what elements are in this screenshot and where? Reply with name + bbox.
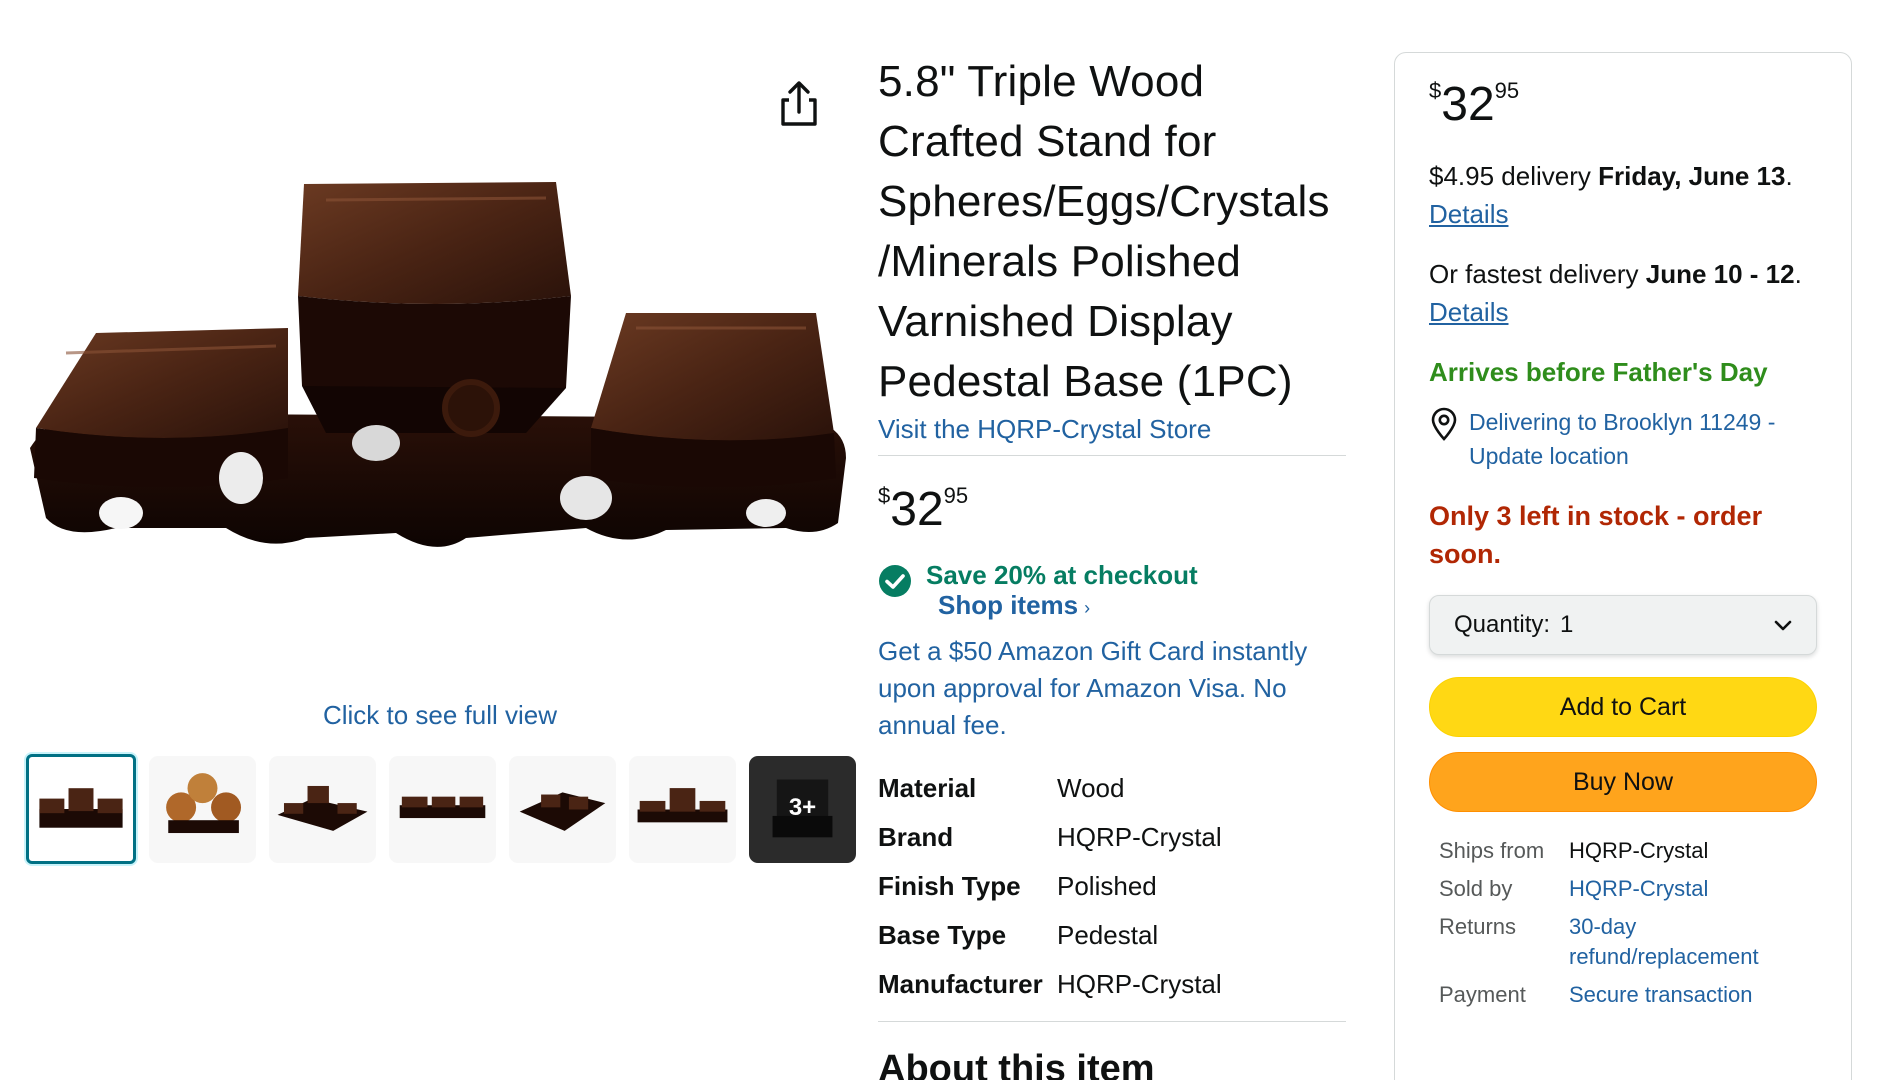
product-specs: Material Wood Brand HQRP-Crystal Finish Type… <box>878 764 1222 1009</box>
price-symbol: $ <box>1429 78 1442 103</box>
spec-value: Polished <box>1057 871 1157 901</box>
image-gallery: Click to see full view 3+ <box>0 0 860 1080</box>
seller-info-key: Sold by <box>1439 876 1513 901</box>
buy-now-button[interactable]: Buy Now <box>1429 752 1817 812</box>
standard-delivery: $4.95 delivery Friday, June 13. Details <box>1429 157 1817 233</box>
spec-key: Base Type <box>878 920 1007 950</box>
seller-info-value[interactable]: Secure transaction <box>1569 980 1817 1018</box>
more-thumbs-label: 3+ <box>788 794 817 821</box>
seller-info-value: HQRP-Crystal <box>1569 838 1709 863</box>
thumbnail-1[interactable] <box>26 754 136 864</box>
spec-key: Manufacturer <box>878 969 1043 999</box>
spec-value: HQRP-Crystal <box>1057 822 1222 852</box>
price-whole: 32 <box>1441 78 1495 131</box>
seller-info-row: Returns 30-day refund/replacement <box>1439 912 1817 980</box>
spec-row: Material Wood <box>878 764 1222 813</box>
spec-key: Material <box>878 773 977 803</box>
check-circle-icon <box>879 565 911 597</box>
quantity-label: Quantity: <box>1454 611 1551 638</box>
quantity-value: 1 <box>1560 611 1574 638</box>
spec-row: Base Type Pedestal <box>878 911 1222 960</box>
product-info: 5.8" Triple Wood Crafted Stand for Spher… <box>878 52 1346 1080</box>
thumbnail-more[interactable]: 3+ <box>749 756 856 863</box>
shop-items-link[interactable]: Shop items › <box>938 590 1198 623</box>
divider <box>878 455 1346 456</box>
spec-row: Manufacturer HQRP-Crystal <box>878 960 1222 1009</box>
price-whole: 32 <box>890 483 944 536</box>
seller-info-row: Sold by HQRP-Crystal <box>1439 874 1817 912</box>
thumbnail-strip: 3+ <box>26 754 856 864</box>
thumbnail-6[interactable] <box>629 756 736 863</box>
spec-value: HQRP-Crystal <box>1057 969 1222 999</box>
seller-info-key: Returns <box>1439 914 1517 939</box>
buybox-price: $3295 <box>1429 77 1817 135</box>
fastest-details-link[interactable]: Details <box>1429 293 1817 331</box>
thumbnail-5[interactable] <box>509 756 616 863</box>
thumbnail-4[interactable] <box>389 756 496 863</box>
quantity-dropdown[interactable]: Quantity: 1 <box>1429 595 1817 655</box>
seller-info-value[interactable]: 30-day refund/replacement <box>1569 912 1817 980</box>
thumbnail-3[interactable] <box>269 756 376 863</box>
stock-status: Only 3 left in stock - order soon. <box>1429 501 1763 569</box>
coupon-row: Save 20% at checkout Shop items › <box>878 560 1346 623</box>
product-title: 5.8" Triple Wood Crafted Stand for Spher… <box>878 57 1330 406</box>
spec-value: Pedestal <box>1057 920 1159 950</box>
about-heading: About this item <box>878 1048 1155 1080</box>
full-view-link[interactable]: Click to see full view <box>0 700 880 731</box>
seller-info: Ships from HQRP-Crystal Sold by HQRP-Crysta… <box>1439 836 1817 1018</box>
gift-card-offer[interactable]: Get a $50 Amazon Gift Card instantly upo… <box>878 633 1346 744</box>
spec-key: Finish Type <box>878 871 1021 901</box>
fastest-delivery: Or fastest delivery June 10 - 12. Detail… <box>1429 255 1817 331</box>
store-link[interactable]: Visit the HQRP-Crystal Store <box>878 414 1346 445</box>
price-symbol: $ <box>878 483 891 508</box>
fastest-prefix: Or fastest delivery <box>1429 259 1646 289</box>
seller-info-row: Payment Secure transaction <box>1439 980 1817 1018</box>
share-icon[interactable] <box>775 78 823 128</box>
product-price: $3295 <box>878 482 1346 540</box>
seller-info-key: Ships from <box>1439 838 1545 863</box>
delivery-details-link[interactable]: Details <box>1429 195 1817 233</box>
shop-items-label: Shop items <box>938 590 1079 620</box>
delivery-text: $4.95 delivery Friday, June 13. <box>1429 157 1817 195</box>
seller-info-row: Ships from HQRP-Crystal <box>1439 836 1817 874</box>
spec-row: Finish Type Polished <box>878 862 1222 911</box>
coupon-text: Save 20% at checkout <box>926 560 1198 590</box>
spec-key: Brand <box>878 822 954 852</box>
fastest-text: Or fastest delivery June 10 - 12. <box>1429 255 1817 293</box>
delivery-prefix: $4.95 delivery <box>1429 161 1599 191</box>
fastest-suffix: . <box>1794 259 1802 289</box>
delivery-location[interactable]: Delivering to Brooklyn 11249 - Update lo… <box>1429 405 1817 473</box>
fastest-date: June 10 - 12 <box>1645 259 1795 289</box>
chevron-right-icon: › <box>1084 598 1091 618</box>
thumbnail-2[interactable] <box>149 756 256 863</box>
delivery-suffix: . <box>1785 161 1793 191</box>
delivery-date: Friday, June 13 <box>1598 161 1786 191</box>
price-fraction: 95 <box>943 483 969 508</box>
location-pin-icon <box>1431 407 1457 441</box>
chevron-down-icon <box>1774 620 1792 631</box>
fathers-day-notice: Arrives before Father's Day <box>1429 357 1768 387</box>
location-text: Delivering to Brooklyn 11249 - Update lo… <box>1469 409 1776 469</box>
seller-info-value[interactable]: HQRP-Crystal <box>1569 874 1817 912</box>
spec-row: Brand HQRP-Crystal <box>878 813 1222 862</box>
spec-value: Wood <box>1057 773 1125 803</box>
price-fraction: 95 <box>1494 78 1520 103</box>
divider <box>878 1021 1346 1022</box>
buy-box: $3295 $4.95 delivery Friday, June 13. De… <box>1394 52 1852 1080</box>
seller-info-key: Payment <box>1439 982 1526 1007</box>
add-to-cart-button[interactable]: Add to Cart <box>1429 677 1817 737</box>
main-product-image[interactable] <box>26 178 850 568</box>
